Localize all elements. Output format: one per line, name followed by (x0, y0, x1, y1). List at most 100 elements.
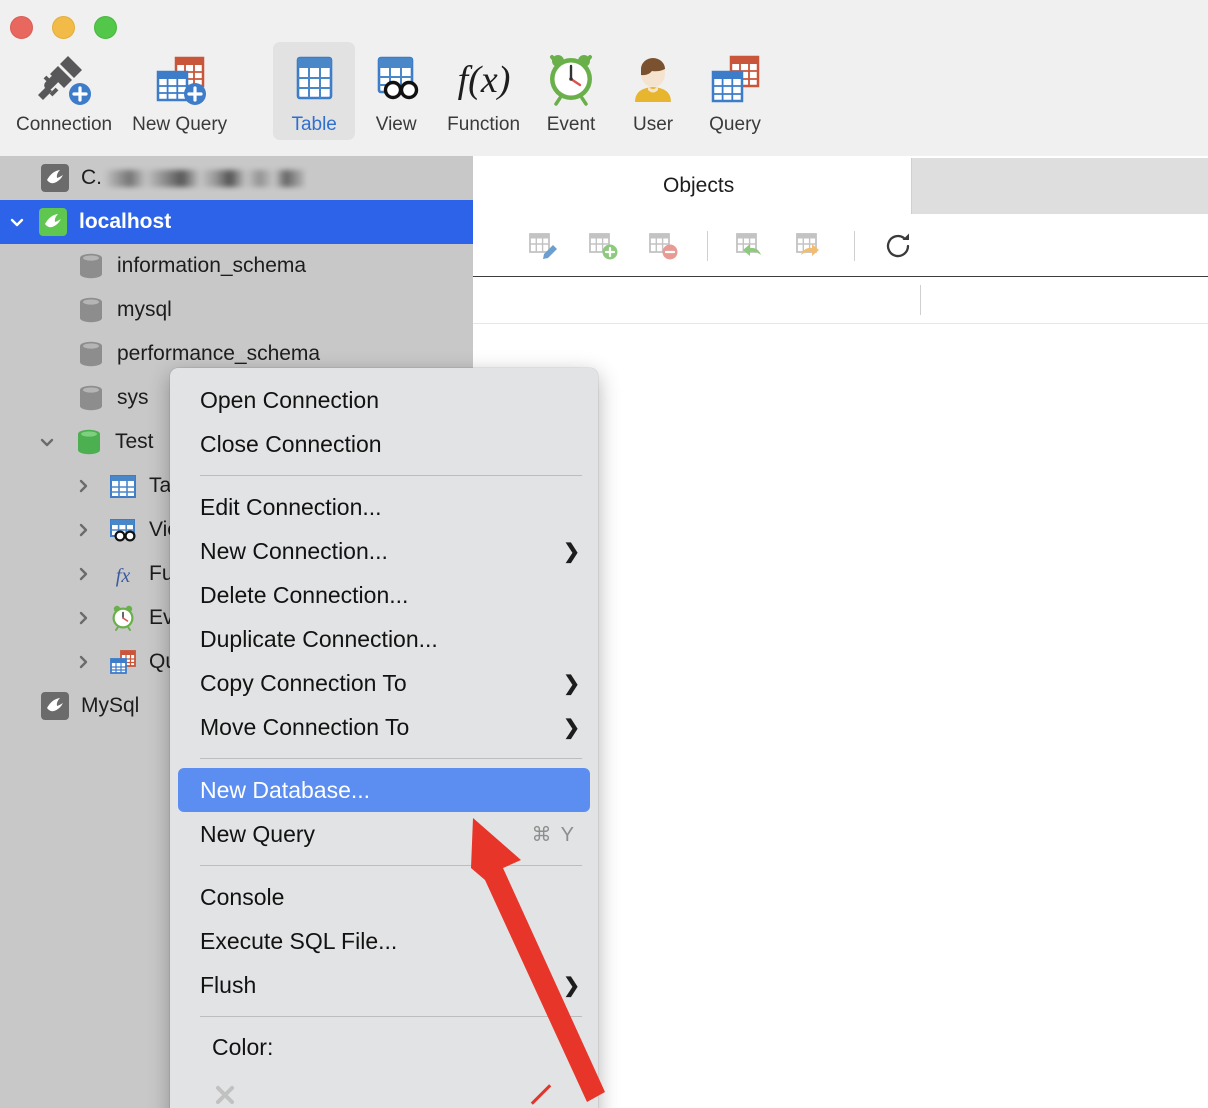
tree-item-label: C. (81, 166, 102, 189)
tree-row[interactable]: information_schema (0, 244, 473, 288)
toolbar-button-view[interactable]: View (355, 42, 437, 140)
toolbar-button-query[interactable]: Query (694, 42, 776, 140)
menu-item-execute-sql-file[interactable]: Execute SQL File... (170, 919, 598, 963)
menu-separator (200, 758, 582, 759)
toolbar-divider (854, 231, 855, 261)
menu-item-label: Open Connection (200, 386, 380, 413)
chevron-right-icon[interactable] (70, 566, 96, 582)
menu-item-label: Flush (200, 971, 257, 998)
toolbar-label: New Query (132, 114, 228, 135)
delete-table-icon[interactable] (647, 229, 681, 263)
tree-item-label: performance_schema (117, 342, 321, 365)
x-no-color-icon[interactable] (212, 1082, 238, 1108)
color-swatch-row[interactable] (170, 1067, 598, 1108)
menu-item-close-connection[interactable]: Close Connection (170, 422, 598, 466)
function-fx-icon: fx (108, 559, 138, 589)
column-divider[interactable] (920, 285, 921, 315)
toolbar-divider (707, 231, 708, 261)
chevron-right-icon: ❯ (563, 540, 580, 563)
database-gray-icon (76, 339, 106, 369)
menu-item-console[interactable]: Console (170, 875, 598, 919)
menu-item-label: Close Connection (200, 430, 382, 457)
chevron-right-icon: ❯ (563, 672, 580, 695)
tree-row-localhost[interactable]: localhost (0, 200, 473, 244)
menu-item-label: Move Connection To (200, 713, 410, 740)
toolbar-button-table[interactable]: Table (273, 42, 356, 140)
tab-objects[interactable]: Objects (623, 156, 775, 216)
table-icon (108, 471, 138, 501)
chevron-down-icon[interactable] (4, 214, 30, 230)
toolbar-label: Table (291, 114, 337, 135)
query-tables-icon (108, 647, 138, 677)
chevron-right-icon[interactable] (70, 522, 96, 538)
toolbar-button-function[interactable]: f(x) Function (437, 42, 530, 140)
tree-row[interactable]: mysql (0, 288, 473, 332)
database-gray-icon (76, 295, 106, 325)
toolbar-button-new-query[interactable]: New Query (122, 42, 237, 140)
toolbar-button-connection[interactable]: Connection (6, 42, 122, 140)
redacted-text (104, 169, 304, 187)
menu-item-edit-connection[interactable]: Edit Connection... (170, 485, 598, 529)
menu-item-label: Duplicate Connection... (200, 625, 438, 652)
function-fx-icon: f(x) (453, 48, 515, 110)
chevron-right-icon[interactable] (70, 610, 96, 626)
menu-item-label: New Query (200, 820, 316, 847)
toolbar-button-user[interactable]: User (612, 42, 694, 140)
user-person-icon (622, 48, 684, 110)
window-controls (10, 16, 117, 39)
connection-context-menu[interactable]: Open Connection Close Connection Edit Co… (170, 368, 598, 1108)
menu-item-delete-connection[interactable]: Delete Connection... (170, 573, 598, 617)
tree-row[interactable]: C. (0, 156, 473, 200)
toolbar-label: User (632, 114, 674, 135)
title-bar (0, 0, 1208, 42)
chevron-right-icon[interactable] (70, 654, 96, 670)
menu-item-shortcut: ⌘ Y (531, 823, 576, 846)
import-table-icon[interactable] (734, 229, 768, 263)
view-glasses-icon (108, 515, 138, 545)
menu-item-open-connection[interactable]: Open Connection (170, 378, 598, 422)
chevron-right-icon: ❯ (563, 716, 580, 739)
toolbar-group-right: Table View f(x) Function Event User Quer… (273, 42, 776, 140)
tree-item-label: sys (117, 386, 149, 409)
menu-item-new-database[interactable]: New Database... (178, 768, 590, 812)
export-table-icon[interactable] (794, 229, 828, 263)
toolbar-label: Connection (16, 114, 113, 135)
edit-table-icon[interactable] (527, 229, 561, 263)
chevron-down-icon[interactable] (34, 434, 60, 450)
app-window: Connection New Query Table View f(x) Fun… (0, 0, 1208, 1108)
pane-tab-bar: Objects (473, 156, 1208, 216)
event-clock-icon (108, 603, 138, 633)
red-color-swatch[interactable] (528, 1084, 550, 1106)
menu-item-flush[interactable]: Flush ❯ (170, 963, 598, 1007)
toolbar-button-event[interactable]: Event (530, 42, 612, 140)
menu-item-label: Edit Connection... (200, 493, 382, 520)
new-table-icon[interactable] (587, 229, 621, 263)
toolbar-label: Function (447, 114, 521, 135)
tab-label: Objects (663, 174, 735, 197)
toolbar-label: Event (546, 114, 596, 135)
toolbar-label: View (375, 114, 417, 135)
chevron-right-icon[interactable] (70, 478, 96, 494)
tab-empty-area (911, 158, 1208, 214)
minimize-window-button[interactable] (52, 16, 75, 39)
refresh-icon[interactable] (881, 229, 915, 263)
menu-item-label: Execute SQL File... (200, 927, 398, 954)
menu-item-new-connection[interactable]: New Connection... ❯ (170, 529, 598, 573)
event-clock-icon (540, 48, 602, 110)
zoom-window-button[interactable] (94, 16, 117, 39)
svg-text:f(x): f(x) (457, 59, 510, 101)
toolbar-group-left: Connection New Query (6, 42, 237, 140)
menu-item-move-connection-to[interactable]: Move Connection To ❯ (170, 705, 598, 749)
connection-plug-add-icon (33, 48, 95, 110)
table-icon (283, 48, 345, 110)
menu-item-copy-connection-to[interactable]: Copy Connection To ❯ (170, 661, 598, 705)
tree-item-label: mysql (117, 298, 172, 321)
tree-item-label: MySql (81, 694, 140, 717)
close-window-button[interactable] (10, 16, 33, 39)
menu-item-label: Delete Connection... (200, 581, 409, 608)
menu-item-label: Console (200, 883, 285, 910)
color-section-label: Color: (212, 1034, 274, 1060)
menu-item-duplicate-connection[interactable]: Duplicate Connection... (170, 617, 598, 661)
menu-color-section: Color: (170, 1026, 598, 1108)
menu-item-new-query[interactable]: New Query ⌘ Y (170, 812, 598, 856)
